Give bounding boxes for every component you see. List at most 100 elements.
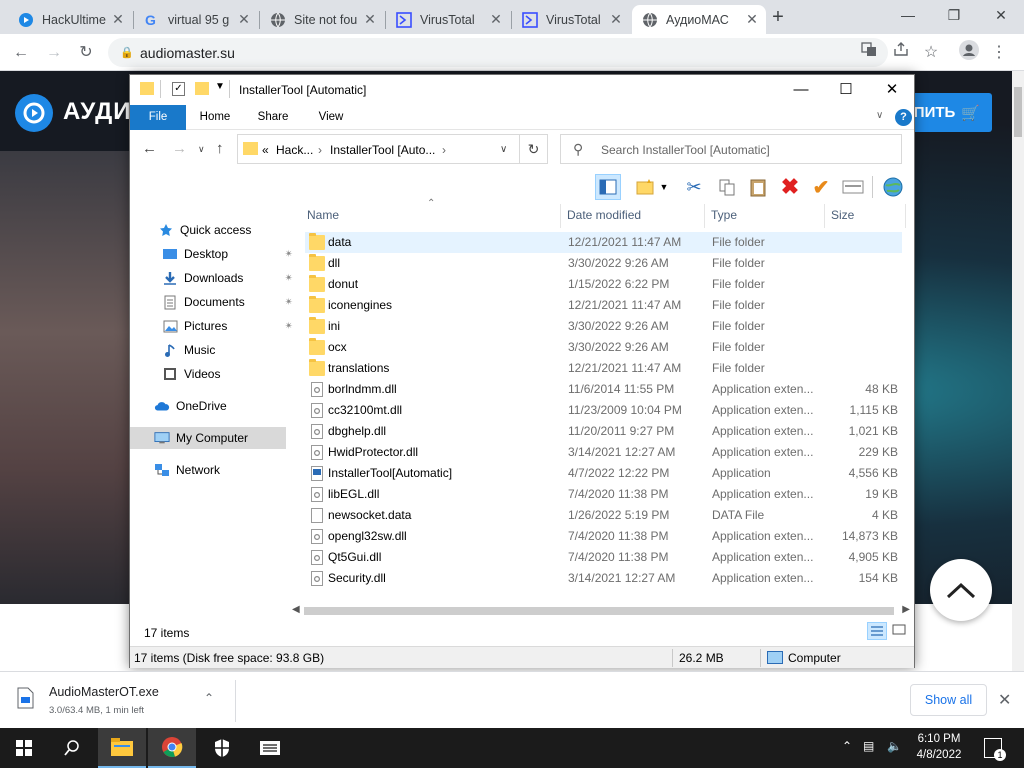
column-size[interactable]: Size: [825, 204, 906, 228]
download-options-chevron-icon[interactable]: ⌃: [204, 691, 214, 705]
column-date-modified[interactable]: Date modified: [561, 204, 705, 228]
share-icon[interactable]: [888, 40, 914, 66]
new-folder-icon[interactable]: [195, 82, 209, 95]
scroll-right-icon[interactable]: ▶: [902, 604, 910, 615]
search-icon[interactable]: [48, 728, 96, 768]
file-row[interactable]: cc32100mt.dll 11/23/2009 10:04 PM Applicat…: [305, 400, 902, 421]
close-tab-icon[interactable]: ✕: [744, 11, 760, 28]
rename-check-icon[interactable]: ✔: [808, 174, 834, 200]
properties-icon[interactable]: ✓: [172, 82, 185, 96]
file-row[interactable]: translations 12/21/2021 11:47 AM File fold…: [305, 358, 902, 379]
nav-item-network[interactable]: Network: [154, 459, 274, 481]
reload-button[interactable]: ↻: [73, 40, 99, 66]
close-tab-icon[interactable]: ✕: [608, 11, 624, 28]
file-row[interactable]: borlndmm.dll 11/6/2014 11:55 PM Applicatio…: [305, 379, 902, 400]
profile-avatar[interactable]: [956, 40, 982, 66]
site-logo-text[interactable]: АУДИ: [63, 98, 131, 126]
browser-restore-button[interactable]: ❐: [931, 4, 977, 26]
breadcrumb-hack[interactable]: Hack...: [276, 143, 313, 157]
forward-button[interactable]: →: [41, 40, 67, 66]
browser-tab[interactable]: Gvirtual 95 g ✕: [134, 5, 258, 34]
new-folder-dropdown-icon[interactable]: ▼: [657, 174, 671, 200]
nav-item-documents[interactable]: Documents ✴: [162, 291, 293, 313]
address-dropdown-chevron-icon[interactable]: ∨: [500, 144, 507, 155]
file-row[interactable]: HwidProtector.dll 3/14/2021 12:27 AM Appli…: [305, 442, 902, 463]
app-window-taskbar-icon[interactable]: [246, 728, 294, 768]
nav-item-onedrive[interactable]: OneDrive: [154, 395, 274, 417]
quick-access-toolbar-dropdown-icon[interactable]: ▼: [215, 81, 225, 92]
windows-start-icon[interactable]: [0, 728, 48, 768]
explorer-close-button[interactable]: ✕: [869, 75, 915, 105]
nav-item-music[interactable]: Music: [162, 339, 282, 361]
tab-view[interactable]: View: [306, 105, 356, 130]
browser-close-button[interactable]: ✕: [978, 4, 1024, 26]
explorer-refresh-button[interactable]: ↻: [519, 134, 548, 164]
file-row[interactable]: ini 3/30/2022 9:26 AM File folder: [305, 316, 902, 337]
explorer-search-input[interactable]: ⚲ Search InstallerTool [Automatic]: [560, 134, 902, 164]
tab-file[interactable]: File: [130, 105, 186, 130]
file-row[interactable]: libEGL.dll 7/4/2020 11:38 PM Application e…: [305, 484, 902, 505]
file-explorer-taskbar-icon[interactable]: [98, 728, 146, 768]
nav-item-desktop[interactable]: Desktop ✴: [162, 243, 293, 265]
file-row[interactable]: Qt5Gui.dll 7/4/2020 11:38 PM Application e…: [305, 547, 902, 568]
browser-tab[interactable]: HackUltime ✕: [8, 5, 132, 34]
breadcrumb-separator-icon[interactable]: ›: [318, 143, 322, 157]
volume-icon[interactable]: 🔈: [887, 739, 902, 753]
clock-time[interactable]: 6:10 PM: [915, 733, 963, 745]
cut-icon[interactable]: ✂: [681, 174, 707, 200]
close-tab-icon[interactable]: ✕: [488, 11, 504, 28]
browser-tab[interactable]: АудиоМАС ✕: [632, 5, 766, 34]
browser-tab[interactable]: VirusTotal ✕: [512, 5, 630, 34]
explorer-forward-button[interactable]: →: [172, 140, 187, 157]
file-row[interactable]: InstallerTool[Automatic] 4/7/2022 12:22 P…: [305, 463, 902, 484]
explorer-back-button[interactable]: ←: [142, 140, 157, 157]
scroll-left-icon[interactable]: ◀: [292, 604, 300, 615]
browser-tab[interactable]: Site not fou ✕: [260, 5, 384, 34]
network-tray-icon[interactable]: ▤: [863, 739, 874, 753]
copy-icon[interactable]: [714, 174, 740, 200]
close-tab-icon[interactable]: ✕: [110, 11, 126, 28]
new-folder-toolbar-icon[interactable]: [633, 174, 659, 200]
new-tab-button[interactable]: +: [766, 6, 790, 30]
network-globe-icon[interactable]: [880, 174, 906, 200]
file-row[interactable]: iconengines 12/21/2021 11:47 AM File folde…: [305, 295, 902, 316]
nav-item-videos[interactable]: Videos: [162, 363, 282, 385]
close-tab-icon[interactable]: ✕: [362, 11, 378, 28]
site-logo-icon[interactable]: [15, 94, 53, 132]
back-button[interactable]: ←: [8, 40, 34, 66]
preview-pane-icon[interactable]: [595, 174, 621, 200]
column-type[interactable]: Type: [705, 204, 825, 228]
scroll-to-top-button[interactable]: [930, 559, 992, 621]
expand-ribbon-chevron-icon[interactable]: ∨: [876, 110, 883, 121]
nav-item-downloads[interactable]: Downloads ✴: [162, 267, 293, 289]
page-scrollbar[interactable]: [1012, 71, 1024, 671]
action-center-icon[interactable]: 1: [984, 738, 1006, 761]
browser-minimize-button[interactable]: —: [885, 4, 931, 26]
tab-share[interactable]: Share: [248, 105, 298, 130]
explorer-address-bar[interactable]: « Hack... › InstallerTool [Auto... › ∨: [237, 134, 520, 164]
chrome-taskbar-icon[interactable]: [148, 728, 196, 768]
close-tab-icon[interactable]: ✕: [236, 11, 252, 28]
file-row[interactable]: dbghelp.dll 11/20/2011 9:27 PM Application…: [305, 421, 902, 442]
properties-toolbar-icon[interactable]: [840, 174, 866, 200]
details-view-icon[interactable]: [867, 622, 887, 640]
nav-item-my-computer[interactable]: My Computer: [130, 427, 286, 449]
close-download-bar-icon[interactable]: ✕: [998, 690, 1011, 710]
delete-icon[interactable]: ✖: [777, 174, 803, 200]
breadcrumb-separator-icon[interactable]: ›: [442, 143, 446, 157]
security-shield-taskbar-icon[interactable]: [198, 728, 246, 768]
browser-menu-icon[interactable]: ⋮: [986, 40, 1012, 66]
breadcrumb-overflow[interactable]: «: [262, 143, 269, 157]
translate-icon[interactable]: [856, 40, 882, 66]
explorer-minimize-button[interactable]: —: [778, 75, 824, 105]
paste-icon[interactable]: [745, 174, 771, 200]
nav-item-pictures[interactable]: Pictures ✴: [162, 315, 293, 337]
file-row[interactable]: opengl32sw.dll 7/4/2020 11:38 PM Applicati…: [305, 526, 902, 547]
large-icons-view-icon[interactable]: [890, 622, 910, 640]
recent-locations-chevron-icon[interactable]: ∨: [198, 144, 205, 155]
tab-home[interactable]: Home: [190, 105, 240, 130]
address-bar[interactable]: 🔒 audiomaster.su: [108, 38, 888, 67]
breadcrumb-installertool[interactable]: InstallerTool [Auto...: [330, 143, 435, 157]
file-row[interactable]: ocx 3/30/2022 9:26 AM File folder: [305, 337, 902, 358]
horizontal-scrollbar[interactable]: ◀ ▶: [290, 604, 912, 618]
